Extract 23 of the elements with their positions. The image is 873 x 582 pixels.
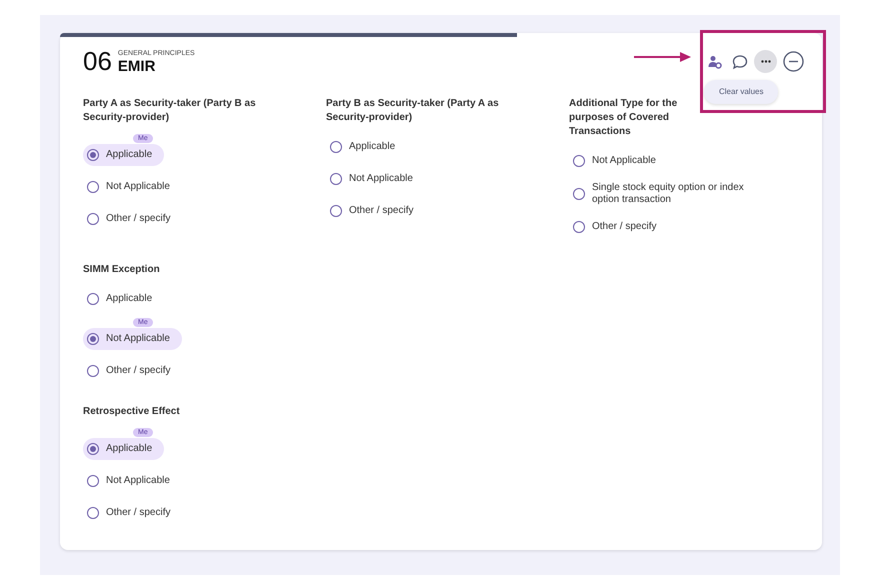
question-label: Retrospective Effect bbox=[83, 405, 181, 419]
radio-option[interactable]: Other / specify bbox=[326, 200, 426, 222]
section-title: EMIR bbox=[118, 58, 156, 75]
radio-option[interactable]: Applicable bbox=[83, 288, 164, 310]
radio-option[interactable]: Other / specify bbox=[83, 360, 182, 382]
radio-option[interactable]: Not Applicable bbox=[83, 328, 182, 350]
menu-item[interactable]: Clear values bbox=[707, 83, 776, 101]
question-label: SIMM Exception bbox=[83, 263, 161, 277]
radio-option[interactable]: Single stock equity option or index option transaction bbox=[569, 177, 782, 211]
radio-option[interactable]: Applicable bbox=[83, 438, 164, 460]
radio-option[interactable]: Not Applicable bbox=[83, 176, 182, 198]
question-label: Party A as Security-taker (Party B as Security-provider) bbox=[83, 97, 257, 125]
radio-option[interactable]: Not Applicable bbox=[83, 470, 182, 492]
radio-option[interactable]: Applicable bbox=[83, 144, 164, 166]
section-number: 06 bbox=[83, 47, 112, 75]
question-label: Party B as Security-taker (Party A as Security-provider) bbox=[326, 97, 500, 125]
radio-option[interactable]: Other / specify bbox=[569, 216, 668, 238]
radio-option[interactable]: Other / specify bbox=[83, 502, 182, 524]
radio-option[interactable]: Not Applicable bbox=[569, 150, 668, 172]
radio-option[interactable]: Applicable bbox=[326, 136, 408, 158]
radio-option[interactable]: Not Applicable bbox=[326, 168, 425, 190]
question-label: Additional Type for the purposes of Covered Transactions bbox=[569, 97, 678, 139]
radio-option[interactable]: Other / specify bbox=[83, 208, 182, 230]
